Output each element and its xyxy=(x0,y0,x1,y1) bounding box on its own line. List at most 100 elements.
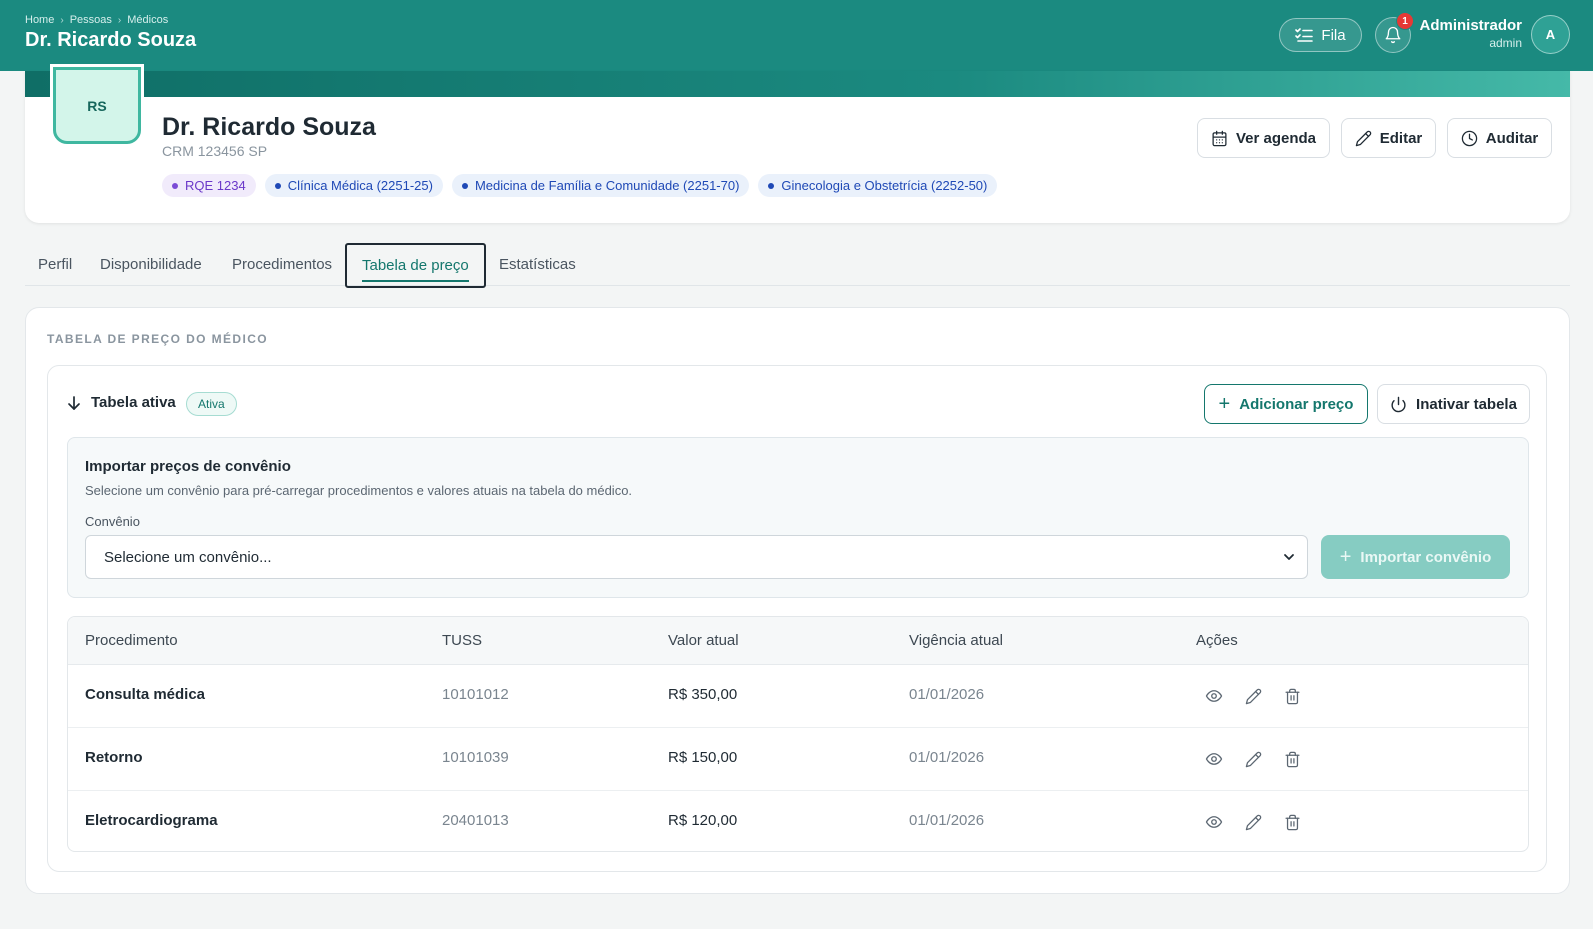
dot-icon xyxy=(274,182,281,189)
breadcrumb-medicos[interactable]: Médicos xyxy=(127,14,168,26)
convenio-select[interactable]: Selecione um convênio... xyxy=(85,535,1308,579)
add-price-button[interactable]: + Adicionar preço xyxy=(1204,384,1368,424)
table-row: Eletrocardiograma 20401013 R$ 120,00 01/… xyxy=(68,791,1528,851)
avatar[interactable]: A xyxy=(1531,15,1570,54)
breadcrumb-pessoas[interactable]: Pessoas xyxy=(70,14,112,26)
cell-procedimento: Consulta médica xyxy=(85,686,206,703)
cell-vigencia: 01/01/2026 xyxy=(909,686,985,703)
view-agenda-label: Ver agenda xyxy=(1235,129,1317,147)
tab-estatisticas[interactable]: Estatísticas xyxy=(499,256,576,273)
breadcrumb-home[interactable]: Home xyxy=(25,14,54,26)
doctor-crm: CRM 123456 SP xyxy=(162,143,268,159)
add-price-label: Adicionar preço xyxy=(1239,395,1354,413)
column-header-tuss: TUSS xyxy=(442,632,483,649)
chevron-right-icon: › xyxy=(60,14,64,26)
eye-icon xyxy=(1205,690,1223,702)
deactivate-table-button[interactable]: Inativar tabela xyxy=(1377,384,1530,424)
edit-row-button[interactable] xyxy=(1241,810,1265,834)
column-header-procedimento: Procedimento xyxy=(85,632,178,649)
trash-icon xyxy=(1284,688,1300,704)
chip-label: RQE 1234 xyxy=(185,178,246,193)
notification-badge: 1 xyxy=(1396,12,1414,30)
view-button[interactable] xyxy=(1202,747,1226,771)
chevron-down-icon xyxy=(1284,554,1294,560)
specialty-chip: Ginecologia e Obstetrícia (2252-50) xyxy=(758,174,998,197)
dot-icon xyxy=(172,182,178,189)
dot-icon xyxy=(768,182,775,189)
eye-icon xyxy=(1205,753,1223,765)
section-title: TABELA DE PREÇO DO MÉDICO xyxy=(47,332,269,346)
delete-row-button[interactable] xyxy=(1280,684,1304,708)
specialty-chip: Clínica Médica (2251-25) xyxy=(264,174,443,197)
edit-label: Editar xyxy=(1379,129,1423,147)
status-badge: Ativa xyxy=(186,392,237,416)
chevron-right-icon: › xyxy=(117,14,122,26)
edit-row-button[interactable] xyxy=(1241,684,1265,708)
profile-cover xyxy=(25,71,1570,97)
dot-icon xyxy=(461,182,468,189)
queue-button[interactable]: Fila xyxy=(1279,18,1362,52)
pencil-icon xyxy=(1245,688,1261,704)
cell-tuss: 20401013 xyxy=(442,812,509,829)
column-header-valor: Valor atual xyxy=(668,632,739,649)
pencil-icon xyxy=(1245,814,1261,830)
view-button[interactable] xyxy=(1202,810,1226,834)
trash-icon xyxy=(1284,814,1300,830)
tab-tabela-de-preco[interactable]: Tabela de preço xyxy=(345,243,486,288)
calendar-icon xyxy=(1212,130,1227,146)
pencil-icon xyxy=(1245,751,1261,767)
tab-label: Tabela de preço xyxy=(362,257,469,274)
edit-row-button[interactable] xyxy=(1241,747,1265,771)
cell-valor: R$ 350,00 xyxy=(668,686,738,703)
column-header-acoes: Ações xyxy=(1196,632,1238,649)
profile-initials: RS xyxy=(53,67,141,144)
table-header: Procedimento TUSS Valor atual Vigência a… xyxy=(68,617,1528,665)
view-button[interactable] xyxy=(1202,684,1226,708)
import-title: Importar preços de convênio xyxy=(85,458,291,475)
audit-button[interactable]: Auditar xyxy=(1447,118,1552,158)
table-row: Retorno 10101039 R$ 150,00 01/01/2026 xyxy=(68,728,1528,791)
import-description: Selecione um convênio para pré-carregar … xyxy=(85,483,633,498)
cell-tuss: 10101039 xyxy=(442,749,509,766)
arrow-down-icon xyxy=(68,395,80,410)
import-convenio-button[interactable]: + Importar convênio xyxy=(1321,535,1510,579)
active-tab-indicator xyxy=(362,280,469,282)
chip-label: Clínica Médica (2251-25) xyxy=(287,178,433,193)
import-convenio-label: Importar convênio xyxy=(1360,548,1492,566)
table-toggle-label: Tabela ativa xyxy=(91,394,176,411)
cell-valor: R$ 120,00 xyxy=(668,812,738,829)
convenio-select-value: Selecione um convênio... xyxy=(104,548,272,566)
list-check-icon xyxy=(1295,28,1314,42)
view-agenda-button[interactable]: Ver agenda xyxy=(1197,118,1330,158)
column-header-vigencia: Vigência atual xyxy=(909,632,1003,649)
delete-row-button[interactable] xyxy=(1280,747,1304,771)
specialty-chip: Medicina de Família e Comunidade (2251-7… xyxy=(451,174,750,197)
eye-icon xyxy=(1205,816,1223,828)
plus-icon: + xyxy=(1218,393,1231,415)
tab-procedimentos[interactable]: Procedimentos xyxy=(232,256,332,273)
cell-procedimento: Retorno xyxy=(85,749,143,766)
cell-tuss: 10101012 xyxy=(442,686,509,703)
rqe-chip: RQE 1234 xyxy=(162,174,256,197)
clock-icon xyxy=(1461,130,1477,146)
delete-row-button[interactable] xyxy=(1280,810,1304,834)
tab-disponibilidade[interactable]: Disponibilidade xyxy=(100,256,202,273)
doctor-name: Dr. Ricardo Souza xyxy=(162,113,376,141)
table-collapse-toggle[interactable]: Tabela ativa xyxy=(67,394,176,411)
deactivate-label: Inativar tabela xyxy=(1416,395,1517,413)
chip-label: Ginecologia e Obstetrícia (2252-50) xyxy=(781,178,988,193)
trash-icon xyxy=(1284,751,1300,767)
cell-vigencia: 01/01/2026 xyxy=(909,812,985,829)
queue-label: Fila xyxy=(1321,26,1346,44)
edit-button[interactable]: Editar xyxy=(1341,118,1436,158)
cell-procedimento: Eletrocardiograma xyxy=(85,812,218,829)
cell-valor: R$ 150,00 xyxy=(668,749,738,766)
chip-label: Medicina de Família e Comunidade (2251-7… xyxy=(474,178,740,193)
user-role: admin xyxy=(1489,36,1522,50)
audit-label: Auditar xyxy=(1485,129,1539,147)
convenio-label: Convênio xyxy=(85,514,140,529)
tab-perfil[interactable]: Perfil xyxy=(38,256,72,273)
table-row: Consulta médica 10101012 R$ 350,00 01/01… xyxy=(68,665,1528,728)
pencil-icon xyxy=(1355,130,1371,146)
bell-icon xyxy=(1385,26,1401,44)
